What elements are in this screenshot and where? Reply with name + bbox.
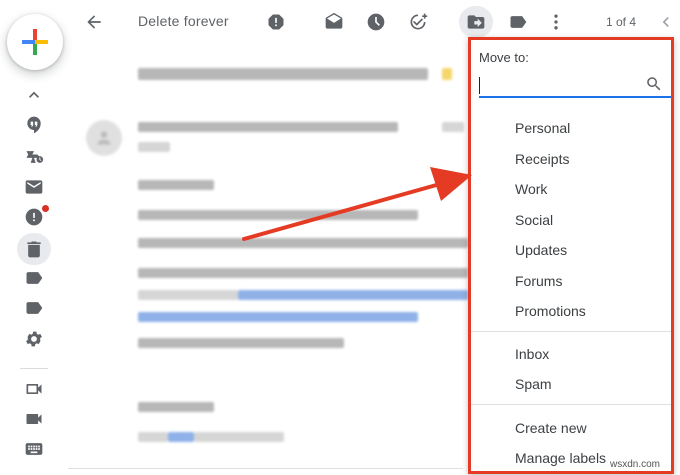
chevron-up-icon[interactable] (22, 83, 46, 107)
labels-button[interactable] (506, 10, 530, 34)
email-body-blurred (68, 44, 468, 475)
menu-item-create-new[interactable]: Create new (515, 418, 587, 438)
back-button[interactable] (82, 10, 106, 34)
mail-icon[interactable] (22, 175, 46, 199)
menu-divider (471, 404, 671, 405)
add-to-tasks-button[interactable] (406, 10, 430, 34)
move-to-title: Move to: (479, 50, 529, 65)
arrow-left-icon (87, 15, 101, 29)
snoozed-icon[interactable] (22, 145, 46, 169)
menu-item-personal[interactable]: Personal (515, 118, 570, 138)
chevron-left-icon (662, 17, 669, 27)
menu-item-spam[interactable]: Spam (515, 374, 552, 394)
more-button[interactable] (544, 10, 568, 34)
pager-text: 1 of 4 (606, 15, 637, 29)
report-spam-button[interactable] (264, 10, 288, 34)
mark-unread-icon (325, 12, 343, 29)
menu-item-manage-labels[interactable]: Manage labels (515, 448, 606, 468)
menu-item-forums[interactable]: Forums (515, 271, 562, 291)
gmail-window: Delete forever 1 of 4 Move to: Personal … (0, 0, 680, 475)
previous-button[interactable] (654, 10, 678, 34)
label-icon[interactable] (22, 296, 46, 320)
menu-divider (471, 331, 671, 332)
label-icon (510, 16, 527, 28)
watermark: wsxdn.com (610, 459, 661, 470)
bottom-divider (68, 468, 463, 469)
move-to-button[interactable] (464, 10, 488, 34)
clock-icon (367, 13, 385, 31)
notification-dot (42, 205, 49, 212)
trash-icon[interactable] (22, 237, 46, 261)
menu-item-updates[interactable]: Updates (515, 240, 567, 260)
menu-item-work[interactable]: Work (515, 179, 547, 199)
menu-item-inbox[interactable]: Inbox (515, 344, 549, 364)
rail-divider (20, 368, 48, 369)
left-rail (0, 0, 68, 475)
text-caret (479, 77, 480, 94)
add-task-icon (410, 13, 428, 30)
delete-forever-button[interactable]: Delete forever (138, 13, 229, 29)
search-icon (645, 75, 665, 95)
compose-plus-icon (22, 29, 48, 55)
snooze-button[interactable] (364, 10, 388, 34)
menu-item-social[interactable]: Social (515, 210, 553, 230)
move-to-folder-icon (467, 15, 485, 29)
meet-icon[interactable] (22, 407, 46, 431)
sender-avatar (86, 120, 122, 156)
keyboard-icon[interactable] (22, 437, 46, 461)
hangouts-icon[interactable] (22, 113, 46, 137)
settings-icon[interactable] (22, 327, 46, 351)
mark-unread-button[interactable] (322, 10, 346, 34)
move-to-search-input[interactable] (479, 74, 671, 98)
more-vertical-icon (554, 14, 558, 30)
menu-item-receipts[interactable]: Receipts (515, 149, 569, 169)
report-spam-icon (268, 14, 284, 30)
video-icon[interactable] (22, 377, 46, 401)
menu-item-promotions[interactable]: Promotions (515, 301, 586, 321)
move-to-menu: Move to: Personal Receipts Work Social U… (468, 37, 674, 474)
compose-button[interactable] (7, 14, 63, 70)
label-icon[interactable] (22, 266, 46, 290)
